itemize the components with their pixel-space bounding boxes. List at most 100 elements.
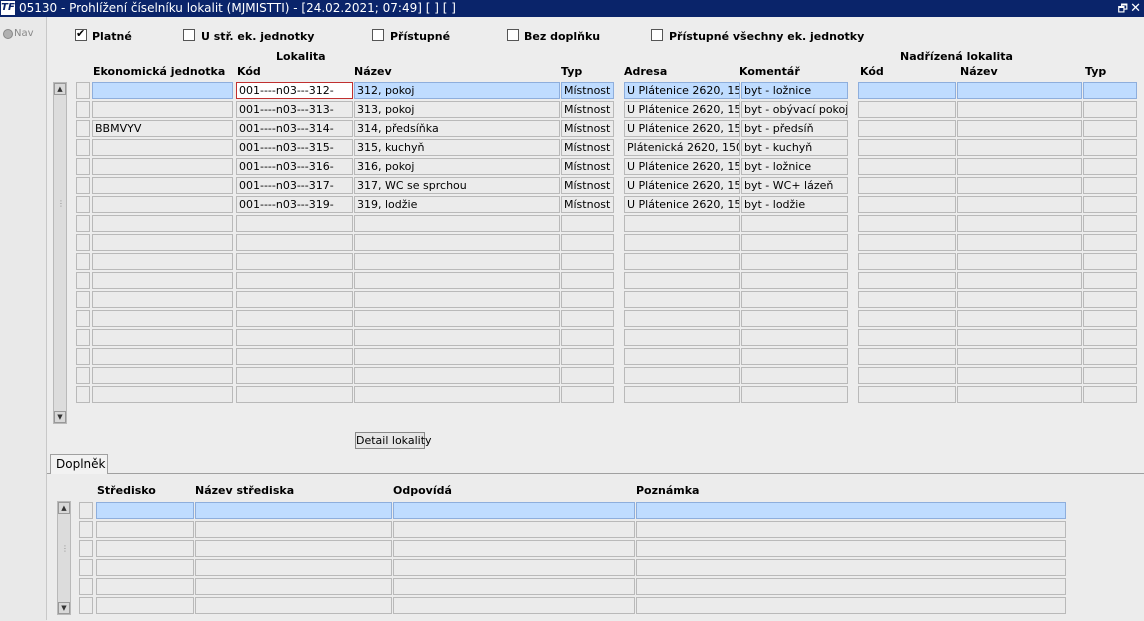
sub-scroll-up-icon[interactable]: ▲ (58, 502, 70, 514)
cell-adresa[interactable]: U Plátenice 2620, 150 00 (624, 177, 740, 194)
cell-n-typ[interactable] (1083, 329, 1137, 346)
cell-n-typ[interactable] (1083, 310, 1137, 327)
sub-scroll-grip-icon[interactable]: ⋮ (61, 545, 69, 553)
cell-adresa[interactable] (624, 234, 740, 251)
cell-n-nazev[interactable] (957, 253, 1082, 270)
cell-n-typ[interactable] (1083, 196, 1137, 213)
cell-ek[interactable] (92, 329, 233, 346)
cell-n-nazev[interactable] (957, 101, 1082, 118)
cell-nazev[interactable]: 312, pokoj (354, 82, 560, 99)
cell-n-typ[interactable] (1083, 234, 1137, 251)
sub-grid-scrollbar[interactable]: ▲ ⋮ ▼ (57, 501, 71, 615)
cell-n-kod[interactable] (858, 196, 956, 213)
cell-komentar[interactable]: byt - předsíň (741, 120, 848, 137)
row-selector[interactable] (76, 196, 90, 213)
cell-ek[interactable] (92, 215, 233, 232)
cell-adresa[interactable]: U Plátenice 2620, 150 00 (624, 120, 740, 137)
sub-scroll-down-icon[interactable]: ▼ (58, 602, 70, 614)
cell-ek[interactable] (92, 310, 233, 327)
row-selector[interactable] (76, 101, 90, 118)
cell-n-kod[interactable] (858, 139, 956, 156)
row-selector[interactable] (76, 139, 90, 156)
cell-n-nazev[interactable] (957, 215, 1082, 232)
cell-n-nazev[interactable] (957, 386, 1082, 403)
cell-n-nazev[interactable] (957, 139, 1082, 156)
cell-typ[interactable] (561, 348, 614, 365)
cell-adresa[interactable] (624, 310, 740, 327)
cell-komentar[interactable] (741, 215, 848, 232)
cell-n-typ[interactable] (1083, 272, 1137, 289)
cell-nazev[interactable]: 314, předsíňka (354, 120, 560, 137)
cell-komentar[interactable] (741, 310, 848, 327)
sub-cell-poznamka[interactable] (636, 521, 1066, 538)
cell-n-kod[interactable] (858, 253, 956, 270)
cell-komentar[interactable]: byt - lodžie (741, 196, 848, 213)
cell-typ[interactable]: Místnost (561, 177, 614, 194)
cell-kod[interactable]: 001----n03---314- (236, 120, 353, 137)
cell-kod[interactable]: 001----n03---319- (236, 196, 353, 213)
scroll-down-icon[interactable]: ▼ (54, 411, 66, 423)
sub-cell-odpovida[interactable] (393, 540, 635, 557)
sub-cell-poznamka[interactable] (636, 559, 1066, 576)
cell-n-kod[interactable] (858, 329, 956, 346)
cell-kod[interactable] (236, 386, 353, 403)
cell-nazev[interactable] (354, 215, 560, 232)
cell-nazev[interactable] (354, 234, 560, 251)
sub-cell-nazev[interactable] (195, 578, 392, 595)
cell-n-typ[interactable] (1083, 82, 1137, 99)
cell-n-kod[interactable] (858, 215, 956, 232)
cell-n-kod[interactable] (858, 348, 956, 365)
row-selector[interactable] (76, 215, 90, 232)
cell-n-kod[interactable] (858, 386, 956, 403)
cell-n-nazev[interactable] (957, 291, 1082, 308)
cell-n-typ[interactable] (1083, 101, 1137, 118)
cell-nazev[interactable] (354, 367, 560, 384)
cell-komentar[interactable]: byt - ložnice (741, 82, 848, 99)
sub-cell-stredisko[interactable] (96, 502, 194, 519)
cell-adresa[interactable] (624, 253, 740, 270)
cell-n-nazev[interactable] (957, 272, 1082, 289)
cell-ek[interactable] (92, 348, 233, 365)
row-selector[interactable] (76, 272, 90, 289)
cell-ek[interactable] (92, 272, 233, 289)
platne-checkbox[interactable] (75, 27, 87, 41)
cell-typ[interactable] (561, 291, 614, 308)
cell-ek[interactable] (92, 101, 233, 118)
cell-typ[interactable] (561, 386, 614, 403)
cell-kod[interactable]: 001----n03---315- (236, 139, 353, 156)
sub-cell-poznamka[interactable] (636, 540, 1066, 557)
cell-adresa[interactable]: U Plátenice 2620, 150 00 (624, 82, 740, 99)
cell-n-kod[interactable] (858, 272, 956, 289)
sub-cell-nazev[interactable] (195, 559, 392, 576)
cell-typ[interactable] (561, 329, 614, 346)
sub-cell-odpovida[interactable] (393, 578, 635, 595)
cell-ek[interactable] (92, 196, 233, 213)
cell-adresa[interactable] (624, 215, 740, 232)
cell-ek[interactable] (92, 386, 233, 403)
cell-n-kod[interactable] (858, 367, 956, 384)
cell-n-nazev[interactable] (957, 234, 1082, 251)
cell-nazev[interactable]: 315, kuchyň (354, 139, 560, 156)
cell-kod[interactable] (236, 253, 353, 270)
detail-lokality-button[interactable]: Detail lokality (355, 432, 432, 449)
cell-n-typ[interactable] (1083, 367, 1137, 384)
cell-kod[interactable] (236, 272, 353, 289)
cell-nazev[interactable]: 319, lodžie (354, 196, 560, 213)
row-selector[interactable] (76, 291, 90, 308)
cell-ek[interactable] (92, 367, 233, 384)
cell-ek[interactable] (92, 158, 233, 175)
bez-doplnku-checkbox[interactable] (507, 29, 519, 41)
cell-nazev[interactable] (354, 291, 560, 308)
sub-cell-nazev[interactable] (195, 502, 392, 519)
cell-n-nazev[interactable] (957, 158, 1082, 175)
sub-row-selector[interactable] (79, 559, 93, 576)
cell-nazev[interactable]: 313, pokoj (354, 101, 560, 118)
cell-adresa[interactable] (624, 272, 740, 289)
sub-cell-poznamka[interactable] (636, 597, 1066, 614)
cell-komentar[interactable] (741, 386, 848, 403)
cell-n-typ[interactable] (1083, 253, 1137, 270)
cell-kod[interactable] (236, 367, 353, 384)
cell-nazev[interactable] (354, 253, 560, 270)
cell-kod[interactable]: 001----n03---312- (236, 82, 353, 99)
sub-cell-poznamka[interactable] (636, 578, 1066, 595)
